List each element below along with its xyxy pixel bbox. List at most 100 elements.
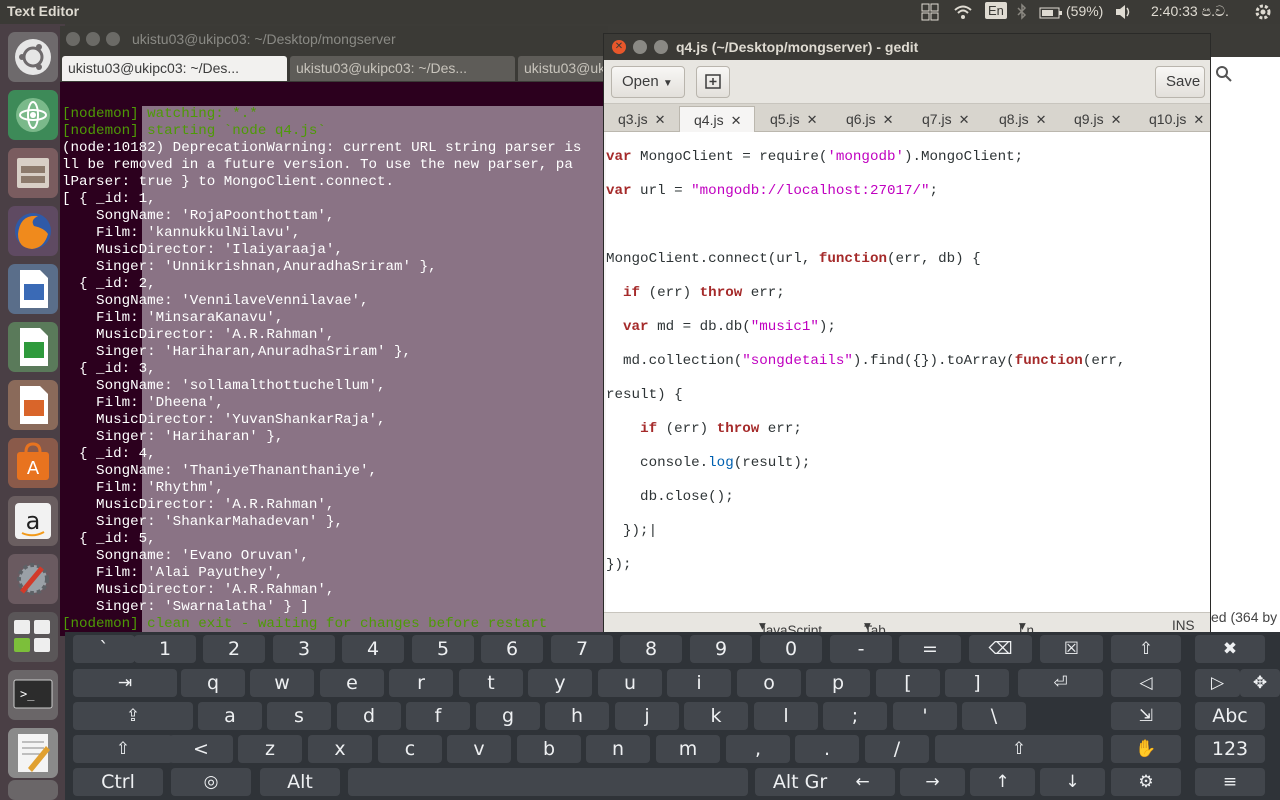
key-3[interactable]: f [406, 702, 470, 730]
arrow-left-key[interactable]: ← [830, 768, 895, 796]
workspace-icon[interactable] [921, 3, 939, 24]
launcher-terminal-icon[interactable]: >_ [8, 670, 58, 720]
key-o[interactable]: o [737, 669, 801, 697]
key-[[interactable]: [ [876, 669, 940, 697]
key-5[interactable]: b [517, 735, 581, 763]
terminal-tab[interactable]: ukistu03@ukipc03: [518, 56, 608, 81]
key-4[interactable]: 4 [342, 635, 404, 663]
key-10[interactable]: ' [893, 702, 957, 730]
maximize-icon[interactable] [654, 40, 668, 54]
alt-key[interactable]: Alt [260, 768, 340, 796]
key-t[interactable]: t [459, 669, 523, 697]
tab-q3-js[interactable]: q3.js ✕ [604, 106, 680, 132]
drag-key[interactable]: ✥ [1240, 669, 1280, 697]
abc-key[interactable]: Abc [1195, 702, 1265, 730]
key-7[interactable]: k [684, 702, 748, 730]
backspace-key[interactable]: ⌫ [969, 635, 1032, 663]
tab-q7-js[interactable]: q7.js ✕ [908, 106, 984, 132]
clock[interactable]: 2:40:33 ප.ව. [1151, 3, 1229, 20]
key-11[interactable]: - [830, 635, 892, 663]
launcher-atom-icon[interactable] [8, 90, 58, 140]
save-button[interactable]: Save [1155, 66, 1205, 98]
key-2[interactable]: d [337, 702, 401, 730]
key-4[interactable]: g [476, 702, 540, 730]
key-0[interactable]: < [169, 735, 233, 763]
key-9[interactable]: ; [823, 702, 887, 730]
launcher-gedit-icon[interactable] [8, 728, 58, 778]
gear-icon[interactable] [1254, 3, 1272, 24]
key-0[interactable]: a [198, 702, 262, 730]
volume-icon[interactable] [1114, 3, 1134, 24]
close-icon[interactable]: ✕ [612, 40, 626, 54]
click-key[interactable]: ⇲ [1111, 702, 1181, 730]
key-9[interactable]: . [795, 735, 859, 763]
tab-q9-js[interactable]: q9.js ✕ [1060, 106, 1136, 132]
close-tab-icon[interactable]: ✕ [959, 112, 970, 127]
key-6[interactable]: n [586, 735, 650, 763]
key-4[interactable]: v [447, 735, 511, 763]
key-5[interactable]: h [545, 702, 609, 730]
launcher-amazon-icon[interactable]: a [8, 496, 58, 546]
key-][interactable]: ] [945, 669, 1009, 697]
close-tab-icon[interactable]: ✕ [1036, 112, 1047, 127]
shift-right-key[interactable]: ⇧ [935, 735, 1103, 763]
enter-key[interactable]: ⏎ [1018, 669, 1103, 697]
settings-key[interactable]: ⚙ [1111, 768, 1181, 796]
key-e[interactable]: e [320, 669, 384, 697]
keyboard-layout-indicator[interactable]: En [985, 2, 1007, 19]
new-tab-button[interactable] [696, 66, 730, 98]
key-u[interactable]: u [598, 669, 662, 697]
caps-key[interactable]: ⇪ [73, 702, 193, 730]
key-8[interactable]: , [726, 735, 790, 763]
close-tab-icon[interactable]: ✕ [1111, 112, 1122, 127]
pointer-key[interactable]: ▷ [1195, 669, 1240, 697]
shift-left-key[interactable]: ⇧ [73, 735, 173, 763]
close-tab-icon[interactable]: ✕ [883, 112, 894, 127]
hand-key[interactable]: ✋ [1111, 735, 1181, 763]
key-2[interactable]: x [308, 735, 372, 763]
close-icon[interactable] [66, 32, 80, 46]
minimize-icon[interactable] [633, 40, 647, 54]
delete-key[interactable]: ☒ [1040, 635, 1103, 663]
launcher-software-icon[interactable]: A [8, 438, 58, 488]
launcher-impress-icon[interactable] [8, 380, 58, 430]
key-11[interactable]: \ [962, 702, 1026, 730]
close-keyboard-key[interactable]: ✖ [1195, 635, 1265, 663]
key-2[interactable]: 2 [203, 635, 265, 663]
key-3[interactable]: 3 [273, 635, 335, 663]
key-8[interactable]: l [754, 702, 818, 730]
close-tab-icon[interactable]: ✕ [731, 113, 742, 128]
numbers-key[interactable]: 123 [1195, 735, 1265, 763]
key-q[interactable]: q [181, 669, 245, 697]
launcher-onboard-icon[interactable] [8, 612, 58, 662]
launcher-files-icon[interactable] [8, 148, 58, 198]
key-1[interactable]: 1 [134, 635, 196, 663]
close-tab-icon[interactable]: ✕ [807, 112, 818, 127]
key-3[interactable]: c [378, 735, 442, 763]
launcher-firefox-icon[interactable] [8, 206, 58, 256]
arrow-right-key[interactable]: → [900, 768, 965, 796]
arrow-up-key[interactable]: ⇧ [1111, 635, 1181, 663]
key-10[interactable]: 0 [760, 635, 822, 663]
maximize-icon[interactable] [106, 32, 120, 46]
key-5[interactable]: 5 [412, 635, 474, 663]
space-key[interactable] [348, 768, 748, 796]
key-0[interactable]: ` [73, 635, 135, 663]
key-6[interactable]: j [615, 702, 679, 730]
launcher-ubuntu-icon[interactable] [8, 32, 58, 82]
key-1[interactable]: z [238, 735, 302, 763]
tab-q6-js[interactable]: q6.js ✕ [832, 106, 908, 132]
key-7[interactable]: 7 [551, 635, 613, 663]
key-1[interactable]: s [267, 702, 331, 730]
close-tab-icon[interactable]: ✕ [1193, 112, 1204, 127]
key-8[interactable]: 8 [620, 635, 682, 663]
tab-key[interactable]: ⇥ [73, 669, 177, 697]
code-editor[interactable]: var MongoClient = require('mongodb').Mon… [606, 132, 1210, 612]
ctrl-key[interactable]: Ctrl [73, 768, 163, 796]
key-p[interactable]: p [806, 669, 870, 697]
launcher-writer-icon[interactable] [8, 264, 58, 314]
terminal-tab[interactable]: ukistu03@ukipc03: ~/Des... [290, 56, 515, 81]
tab-q4-js[interactable]: q4.js ✕ [679, 106, 755, 132]
wifi-icon[interactable] [953, 3, 973, 24]
key-6[interactable]: 6 [481, 635, 543, 663]
